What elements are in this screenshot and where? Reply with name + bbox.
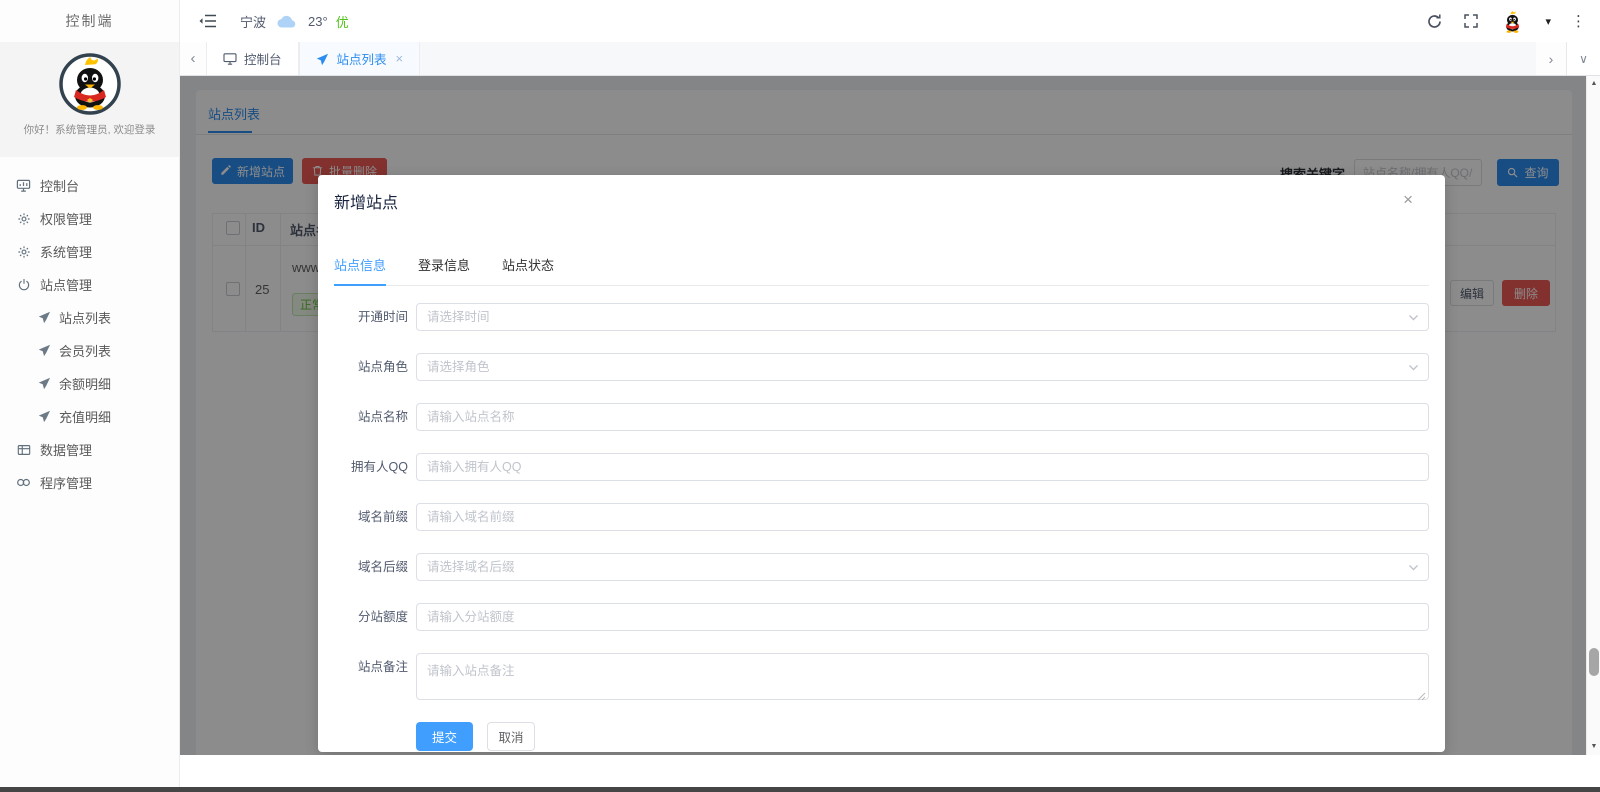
weather-temperature: 23° — [308, 13, 328, 29]
tab-close-icon[interactable]: × — [396, 51, 404, 66]
send-icon — [38, 410, 51, 423]
sidebar-item-permissions[interactable]: 权限管理 — [0, 202, 179, 235]
sidebar-item-label: 余额明细 — [59, 377, 112, 392]
open-time-select[interactable] — [416, 303, 1429, 331]
add-site-modal: 新增站点 × 站点信息 登录信息 站点状态 开通时间 站点角色 — [318, 175, 1445, 752]
main-content: 站点列表 新增站点 批量删除 搜索关键字 查询 — [180, 76, 1600, 755]
sidebar-item-label: 控制台 — [40, 179, 80, 194]
tab-label: 站点列表 — [336, 53, 387, 67]
scroll-down-arrow[interactable]: ▼ — [1587, 739, 1600, 753]
domain-prefix-input[interactable] — [416, 503, 1429, 531]
sidebar: 控制端 你好！系统管理员, 欢迎登录 控制台 权限管理 系统管理 站点管理 站点… — [0, 0, 180, 787]
scrollbar-thumb[interactable] — [1589, 648, 1599, 676]
sidebar-item-system[interactable]: 系统管理 — [0, 235, 179, 268]
field-label-owner-qq: 拥有人QQ — [351, 460, 408, 474]
avatar — [58, 52, 122, 116]
sidebar-item-recharge-detail[interactable]: 充值明细 — [0, 400, 179, 433]
submit-button[interactable]: 提交 — [416, 722, 473, 751]
monitor-icon — [223, 52, 237, 65]
refresh-icon[interactable] — [1426, 13, 1443, 30]
sidebar-item-label: 站点列表 — [59, 311, 112, 326]
tab-label: 控制台 — [244, 53, 282, 67]
chevron-down-icon[interactable]: ▾ — [1545, 15, 1551, 28]
sidebar-item-dashboard[interactable]: 控制台 — [0, 169, 179, 202]
tabs-scroll-right[interactable]: › — [1536, 42, 1566, 75]
gear-icon — [16, 244, 31, 259]
domain-suffix-select[interactable] — [416, 553, 1429, 581]
sidebar-item-label: 站点管理 — [40, 278, 93, 293]
send-icon — [38, 311, 51, 324]
tabs-dropdown-icon[interactable]: ∨ — [1566, 42, 1600, 75]
profile-section: 你好！系统管理员, 欢迎登录 — [0, 42, 179, 157]
chevron-down-icon — [1408, 312, 1419, 323]
data-table-icon — [16, 442, 31, 457]
owner-qq-input[interactable] — [416, 453, 1429, 481]
sidebar-item-member-list[interactable]: 会员列表 — [0, 334, 179, 367]
field-label-site-name: 站点名称 — [357, 410, 408, 424]
tab-site-list[interactable]: 站点列表 × — [298, 42, 421, 75]
window-bottom-edge — [0, 787, 1600, 792]
field-label-domain-suffix: 域名后缀 — [357, 560, 408, 574]
cloud-icon — [276, 14, 298, 29]
kebab-menu-icon[interactable]: ⋮ — [1571, 14, 1586, 29]
sidebar-item-label: 会员列表 — [59, 344, 112, 359]
weather-city: 宁波 — [240, 14, 267, 30]
sidebar-item-label: 程序管理 — [40, 476, 93, 491]
chevron-down-icon — [1408, 362, 1419, 373]
sidebar-title: 控制端 — [65, 13, 114, 29]
sidebar-item-balance-detail[interactable]: 余额明细 — [0, 367, 179, 400]
user-avatar[interactable] — [1500, 9, 1525, 34]
sidebar-item-label: 充值明细 — [59, 410, 112, 425]
send-icon — [316, 53, 330, 65]
cancel-button[interactable]: 取消 — [487, 722, 535, 751]
fullscreen-icon[interactable] — [1463, 13, 1480, 30]
welcome-text: 你好！系统管理员, 欢迎登录 — [23, 124, 156, 136]
power-icon — [16, 277, 31, 292]
modal-tabs: 站点信息 登录信息 站点状态 — [334, 255, 1429, 286]
site-remark-textarea[interactable] — [416, 653, 1429, 700]
modal-tab-login-info[interactable]: 登录信息 — [418, 255, 470, 285]
resize-handle-icon[interactable] — [1417, 692, 1426, 701]
bottom-strip — [180, 755, 1600, 787]
field-label-site-role: 站点角色 — [357, 360, 408, 374]
topbar: 宁波 23° 优 ▾ ⋮ — [180, 0, 1600, 42]
sidebar-menu: 控制台 权限管理 系统管理 站点管理 站点列表 会员列表 余额明细 充值明细 数… — [0, 157, 179, 499]
branch-quota-input[interactable] — [416, 603, 1429, 631]
chevron-down-icon — [1408, 562, 1419, 573]
send-icon — [38, 344, 51, 357]
modal-tab-site-status[interactable]: 站点状态 — [502, 255, 554, 285]
modal-tab-site-info[interactable]: 站点信息 — [334, 255, 387, 286]
menu-fold-icon[interactable] — [198, 13, 218, 29]
modal-title: 新增站点 — [334, 195, 399, 212]
sidebar-item-program-management[interactable]: 程序管理 — [0, 466, 179, 499]
weather-air-quality: 优 — [335, 14, 349, 30]
sidebar-item-site-management[interactable]: 站点管理 — [0, 268, 179, 301]
sidebar-item-label: 权限管理 — [40, 212, 93, 227]
sidebar-item-site-list[interactable]: 站点列表 — [0, 301, 179, 334]
close-icon[interactable]: × — [1403, 191, 1413, 208]
field-label-site-remark: 站点备注 — [357, 660, 408, 674]
link-icon — [16, 475, 31, 490]
sidebar-item-label: 数据管理 — [40, 443, 93, 458]
field-label-open-time: 开通时间 — [357, 310, 408, 324]
sidebar-item-label: 系统管理 — [40, 245, 93, 260]
site-name-input[interactable] — [416, 403, 1429, 431]
tabs-scroll-left[interactable]: ‹ — [180, 42, 206, 75]
gear-icon — [16, 211, 31, 226]
vertical-scrollbar[interactable]: ▲ ▼ — [1586, 76, 1600, 755]
field-label-domain-prefix: 域名前缀 — [357, 510, 408, 524]
tab-dashboard[interactable]: 控制台 — [206, 42, 299, 75]
tab-strip: ‹ 控制台 站点列表 × › ∨ — [180, 42, 1600, 76]
field-label-branch-quota: 分站额度 — [357, 610, 408, 624]
app-window: 控制端 你好！系统管理员, 欢迎登录 控制台 权限管理 系统管理 站点管理 站点… — [0, 0, 1600, 792]
send-icon — [38, 377, 51, 390]
scroll-up-arrow[interactable]: ▲ — [1587, 76, 1600, 90]
add-site-form: 开通时间 站点角色 站点名称 — [334, 303, 1429, 751]
site-role-select[interactable] — [416, 353, 1429, 381]
dashboard-icon — [16, 178, 31, 193]
sidebar-item-data-management[interactable]: 数据管理 — [0, 433, 179, 466]
